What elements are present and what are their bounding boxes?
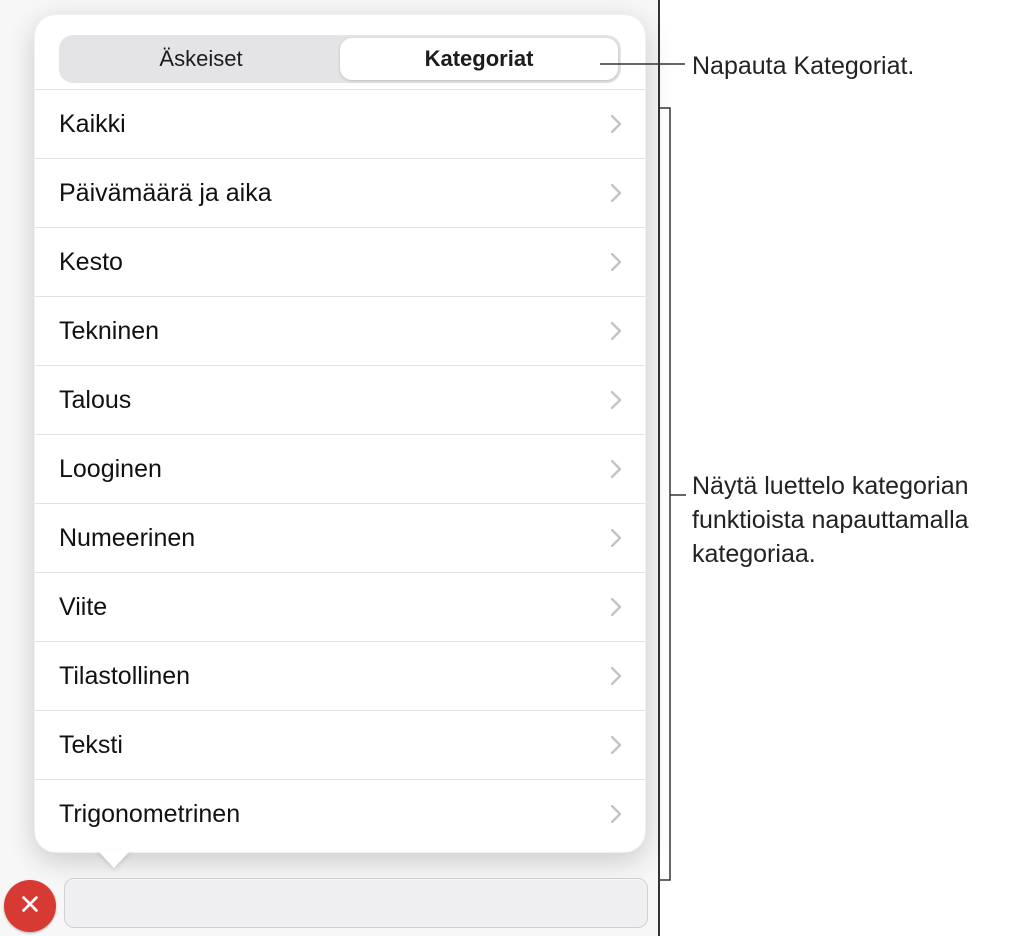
category-label: Kaikki (59, 110, 126, 139)
category-row[interactable]: Päivämäärä ja aika (35, 158, 645, 227)
chevron-right-icon (611, 736, 621, 754)
category-label: Kesto (59, 248, 123, 277)
category-label: Viite (59, 593, 107, 622)
category-label: Numeerinen (59, 524, 195, 553)
category-label: Tekninen (59, 317, 159, 346)
callout-tap-categories: Napauta Kategoriat. (692, 50, 914, 84)
chevron-right-icon (611, 805, 621, 823)
device-frame: Äskeiset Kategoriat Kaikki Päivämäärä ja… (0, 0, 660, 936)
segmented-control: Äskeiset Kategoriat (59, 35, 621, 83)
chevron-right-icon (611, 391, 621, 409)
tab-recent-label: Äskeiset (159, 46, 242, 72)
chevron-right-icon (611, 529, 621, 547)
category-row[interactable]: Kaikki (35, 89, 645, 158)
popover-tail (97, 850, 131, 868)
chevron-right-icon (611, 598, 621, 616)
close-icon (19, 893, 41, 920)
chevron-right-icon (611, 667, 621, 685)
tab-categories[interactable]: Kategoriat (340, 38, 618, 80)
category-row[interactable]: Tekninen (35, 296, 645, 365)
tab-categories-label: Kategoriat (425, 46, 534, 72)
category-row[interactable]: Teksti (35, 710, 645, 779)
category-row[interactable]: Trigonometrinen (35, 779, 645, 848)
formula-input[interactable] (64, 878, 648, 928)
category-label: Päivämäärä ja aika (59, 179, 272, 208)
tab-recent[interactable]: Äskeiset (62, 38, 340, 80)
category-row[interactable]: Tilastollinen (35, 641, 645, 710)
close-button[interactable] (4, 880, 56, 932)
category-row[interactable]: Viite (35, 572, 645, 641)
category-row[interactable]: Talous (35, 365, 645, 434)
callout-tap-category-detail: Näytä luettelo kategorian funktioista na… (692, 470, 1022, 571)
category-list: Kaikki Päivämäärä ja aika Kesto Tekninen (35, 89, 645, 848)
category-label: Tilastollinen (59, 662, 190, 691)
category-label: Looginen (59, 455, 162, 484)
chevron-right-icon (611, 322, 621, 340)
chevron-right-icon (611, 184, 621, 202)
chevron-right-icon (611, 115, 621, 133)
category-label: Teksti (59, 731, 123, 760)
chevron-right-icon (611, 460, 621, 478)
chevron-right-icon (611, 253, 621, 271)
category-row[interactable]: Looginen (35, 434, 645, 503)
category-label: Talous (59, 386, 131, 415)
functions-popover: Äskeiset Kategoriat Kaikki Päivämäärä ja… (34, 14, 646, 853)
category-label: Trigonometrinen (59, 800, 240, 829)
category-row[interactable]: Kesto (35, 227, 645, 296)
category-row[interactable]: Numeerinen (35, 503, 645, 572)
